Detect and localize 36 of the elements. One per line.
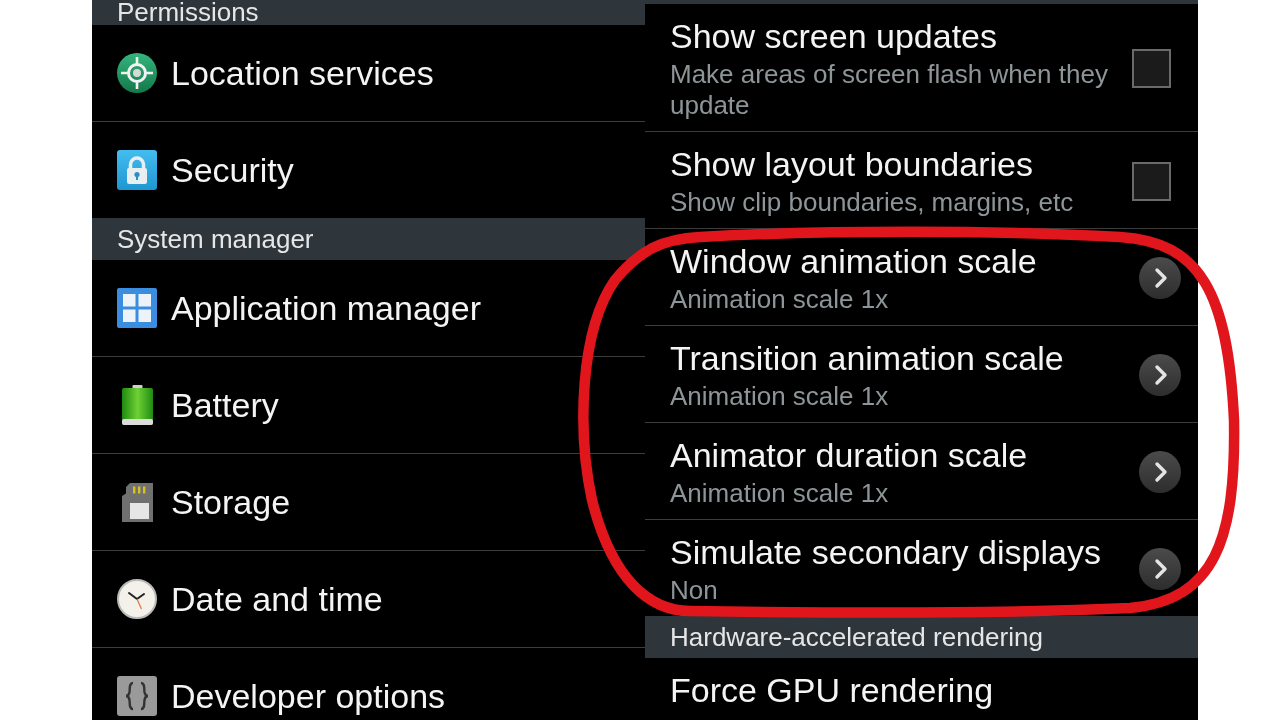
checkbox[interactable] [1132,161,1171,201]
setting-label[interactable]: Application manager [171,288,481,328]
setting-title[interactable]: Window animation scale [670,241,1127,281]
setting-label[interactable]: Date and time [171,579,383,619]
braces-icon [117,676,157,716]
setting-label[interactable]: Battery [171,385,279,425]
setting-title[interactable]: Transition animation scale [670,338,1127,378]
setting-title[interactable]: Simulate secondary displays [670,532,1127,572]
setting-summary: Animation scale 1x [670,381,890,412]
setting-title[interactable]: Show layout boundaries [670,144,1120,184]
chevron-icon[interactable] [1139,257,1181,299]
memory-card-icon [121,482,153,522]
section-header: Permissions [92,0,645,25]
setting-label[interactable]: Location services [171,53,434,93]
setting-label[interactable]: Security [171,150,294,190]
chevron-icon[interactable] [1139,354,1181,396]
section-header: System manager [92,218,645,260]
app-grid-icon [117,288,157,328]
chevron-icon[interactable] [1139,451,1181,493]
crosshair-icon [117,53,157,93]
lock-icon [117,150,157,190]
setting-title[interactable]: Animator duration scale [670,435,1127,475]
clock-icon [117,579,157,619]
setting-summary: Make areas of screen flash when they update [670,59,1109,121]
setting-summary: Animation scale 1x [670,284,890,315]
setting-summary: Animation scale 1x [670,478,890,509]
section-header: Hardware-accelerated rendering [645,616,1198,658]
setting-label[interactable]: Storage [171,482,291,522]
setting-label[interactable]: Developer options [171,676,446,716]
chevron-icon[interactable] [1139,548,1181,590]
setting-summary: Non [670,575,719,606]
setting-summary: Show clip boundaries, margins, etc [670,187,1075,218]
checkbox[interactable] [1132,49,1171,88]
setting-title[interactable]: Show screen updates [670,16,1120,56]
battery-icon [121,385,153,425]
setting-title[interactable]: Force GPU rendering [670,670,1198,710]
